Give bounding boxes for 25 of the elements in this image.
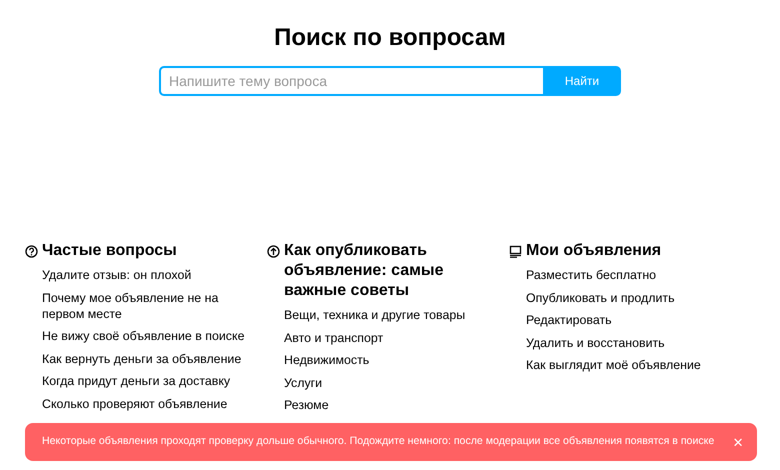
search-field[interactable]: Напишите тему вопроса (159, 66, 543, 96)
question-link[interactable]: Почему мое объявление не на первом месте (25, 290, 261, 322)
question-link[interactable]: Не вижу своё объявление в поиске (25, 328, 261, 344)
page-title: Поиск по вопросам (273, 23, 507, 52)
upload-icon (267, 245, 280, 258)
question-link[interactable]: Разместить бесплатно (509, 267, 745, 283)
question-link[interactable]: Как выглядит моё объявление (509, 357, 745, 373)
question-link[interactable]: Удалите отзыв: он плохой (25, 267, 261, 283)
question-link[interactable]: Удалить и восстановить (509, 334, 745, 350)
notification-message: Некоторые объявления проходят проверку дольше обычного. Подождите немного: после модерации все объявления появятся в поиске (42, 434, 714, 450)
section-heading: Частые вопросы (42, 241, 178, 261)
question-link[interactable]: Опубликовать и продлить (509, 290, 745, 306)
question-link[interactable]: Сколько проверяют объявление (25, 396, 261, 412)
question-link[interactable]: Авто и транспорт (267, 330, 503, 346)
section-heading: Как опубликовать объявление: самые важные советы (284, 241, 444, 301)
question-link[interactable]: Резюме (267, 397, 503, 413)
help-icon (25, 245, 38, 258)
section-heading: Мои объявления (526, 241, 662, 261)
question-link[interactable]: Недвижимость (267, 352, 503, 368)
computer-icon (509, 245, 522, 258)
question-link[interactable]: Как вернуть деньги за объявление (25, 350, 261, 366)
question-link[interactable]: Редактировать (509, 312, 745, 328)
question-link[interactable]: Вещи, техника и другие товары (267, 307, 503, 323)
question-link[interactable]: Когда придут деньги за доставку (25, 373, 261, 389)
question-link[interactable]: Услуги (267, 374, 503, 390)
